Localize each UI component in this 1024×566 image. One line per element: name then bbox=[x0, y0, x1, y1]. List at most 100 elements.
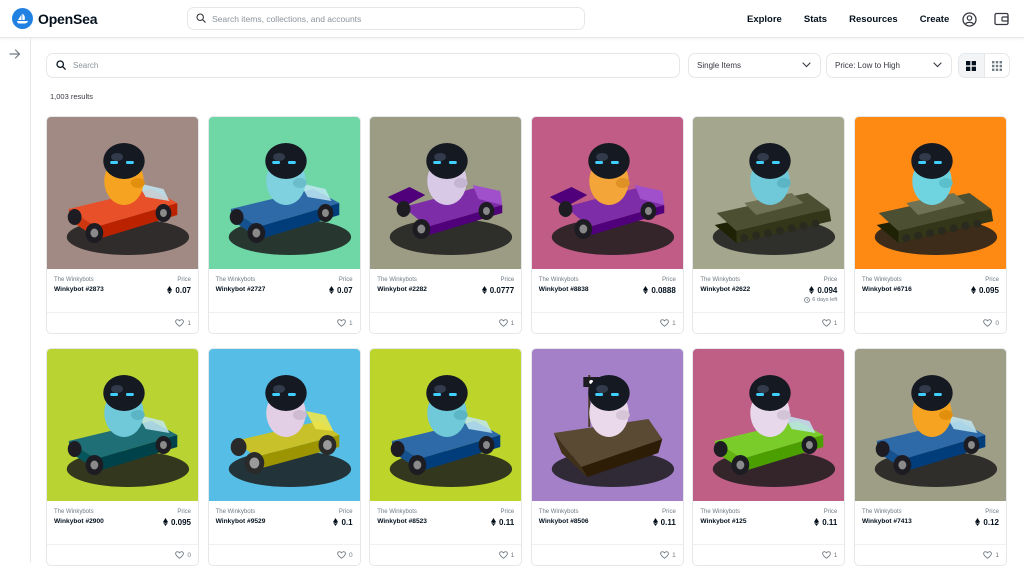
price-value: 0.095 bbox=[978, 285, 999, 295]
account-icon[interactable] bbox=[961, 11, 977, 27]
like-button[interactable]: 1 bbox=[821, 551, 838, 559]
collection-name[interactable]: The Winkybots bbox=[862, 509, 902, 515]
like-button[interactable]: 0 bbox=[175, 551, 191, 559]
like-button[interactable]: 1 bbox=[498, 319, 514, 327]
like-count: 0 bbox=[348, 551, 353, 559]
item-name[interactable]: Winkybot #125 bbox=[700, 518, 746, 525]
nft-image[interactable] bbox=[693, 349, 845, 501]
collection-name[interactable]: The Winkybots bbox=[700, 277, 740, 283]
eth-icon bbox=[975, 518, 981, 526]
nav-resources[interactable]: Resources bbox=[849, 14, 898, 25]
nft-card[interactable]: The Winkybots Winkybot #2900 Price 0.095… bbox=[46, 348, 199, 566]
nft-card[interactable]: The Winkybots Winkybot #7413 Price 0.12 … bbox=[853, 348, 1007, 566]
nft-image[interactable] bbox=[854, 349, 1006, 501]
item-name[interactable]: Winkybot #2900 bbox=[54, 518, 104, 525]
like-button[interactable]: 0 bbox=[983, 319, 999, 327]
item-price: 0.11 bbox=[814, 518, 837, 527]
heart-icon bbox=[498, 319, 508, 327]
like-count: 1 bbox=[833, 551, 838, 559]
like-button[interactable]: 1 bbox=[498, 551, 514, 559]
nft-image[interactable] bbox=[531, 349, 683, 501]
nft-image[interactable] bbox=[208, 117, 360, 269]
price-label: Price bbox=[823, 509, 838, 515]
collection-name[interactable]: The Winkybots bbox=[539, 277, 579, 283]
nft-card[interactable]: The Winkybots Winkybot #6716 Price 0.095… bbox=[853, 116, 1007, 334]
sort-select[interactable]: Price: Low to High bbox=[826, 53, 952, 78]
collection-name[interactable]: The Winkybots bbox=[539, 509, 579, 515]
item-name[interactable]: Winkybot #7413 bbox=[862, 518, 912, 525]
nft-card[interactable]: The Winkybots Winkybot #2622 Price 0.094… bbox=[692, 116, 846, 334]
grid-view-toggle bbox=[958, 53, 1010, 78]
nft-image[interactable] bbox=[854, 117, 1006, 269]
nft-card[interactable]: The Winkybots Winkybot #8838 Price 0.088… bbox=[530, 116, 684, 334]
nav-explore[interactable]: Explore bbox=[747, 14, 782, 25]
nft-image[interactable] bbox=[370, 349, 522, 501]
nft-image[interactable] bbox=[693, 117, 845, 269]
heart-icon bbox=[983, 551, 993, 559]
item-name[interactable]: Winkybot #9529 bbox=[216, 518, 266, 525]
price-label: Price bbox=[662, 277, 676, 283]
collection-name[interactable]: The Winkybots bbox=[700, 509, 740, 515]
like-button[interactable]: 1 bbox=[983, 551, 999, 559]
nft-card-info: The Winkybots Winkybot #125 Price 0.11 bbox=[693, 501, 845, 545]
collection-name[interactable]: The Winkybots bbox=[216, 277, 256, 283]
like-button[interactable]: 1 bbox=[660, 551, 676, 559]
price-label: Price bbox=[985, 509, 999, 515]
collection-name[interactable]: The Winkybots bbox=[54, 509, 94, 515]
expand-filters-arrow-icon[interactable] bbox=[8, 47, 22, 61]
chevron-down-icon bbox=[933, 61, 942, 70]
filter-rail bbox=[0, 38, 31, 562]
heart-icon bbox=[821, 551, 831, 559]
nft-card[interactable]: The Winkybots Winkybot #2727 Price 0.07 … bbox=[207, 116, 361, 334]
item-name[interactable]: Winkybot #2727 bbox=[216, 286, 266, 293]
collection-search[interactable] bbox=[46, 53, 680, 78]
price-label: Price bbox=[823, 277, 838, 283]
eth-icon bbox=[329, 286, 335, 294]
collection-search-input[interactable] bbox=[73, 61, 679, 70]
nft-image[interactable] bbox=[208, 349, 360, 501]
nft-card[interactable]: The Winkybots Winkybot #8523 Price 0.11 … bbox=[369, 348, 523, 566]
item-name[interactable]: Winkybot #2873 bbox=[54, 286, 104, 293]
like-count: 1 bbox=[995, 551, 999, 559]
item-name[interactable]: Winkybot #6716 bbox=[862, 286, 912, 293]
wallet-icon[interactable] bbox=[993, 11, 1009, 27]
like-count: 1 bbox=[187, 319, 191, 327]
opensea-logo[interactable]: OpenSea bbox=[12, 8, 97, 29]
nft-card[interactable]: The Winkybots Winkybot #9529 Price 0.1 0 bbox=[207, 348, 361, 566]
global-search-input[interactable] bbox=[212, 13, 584, 24]
global-search[interactable] bbox=[187, 7, 585, 30]
nft-card[interactable]: The Winkybots Winkybot #2873 Price 0.07 … bbox=[46, 116, 199, 334]
item-name[interactable]: Winkybot #8506 bbox=[539, 518, 589, 525]
nav-create[interactable]: Create bbox=[920, 14, 950, 25]
item-name[interactable]: Winkybot #2282 bbox=[377, 286, 427, 293]
large-grid-button[interactable] bbox=[959, 54, 985, 77]
nft-card-info: The Winkybots Winkybot #2282 Price 0.077… bbox=[370, 269, 522, 313]
nft-image[interactable] bbox=[47, 349, 198, 501]
nft-card[interactable]: The Winkybots Winkybot #2282 Price 0.077… bbox=[369, 116, 523, 334]
collection-name[interactable]: The Winkybots bbox=[862, 277, 902, 283]
like-button[interactable]: 0 bbox=[337, 551, 353, 559]
nft-card[interactable]: The Winkybots Winkybot #125 Price 0.11 1 bbox=[692, 348, 846, 566]
eth-icon bbox=[814, 518, 820, 526]
item-name[interactable]: Winkybot #8838 bbox=[539, 286, 589, 293]
collection-name[interactable]: The Winkybots bbox=[54, 277, 94, 283]
nav-stats[interactable]: Stats bbox=[804, 14, 827, 25]
nft-image[interactable] bbox=[370, 117, 522, 269]
collection-name[interactable]: The Winkybots bbox=[377, 277, 417, 283]
item-name[interactable]: Winkybot #8523 bbox=[377, 518, 427, 525]
like-button[interactable]: 1 bbox=[337, 319, 353, 327]
item-type-select[interactable]: Single Items bbox=[688, 53, 821, 78]
nft-card[interactable]: The Winkybots Winkybot #8506 Price 0.11 … bbox=[530, 348, 684, 566]
like-button[interactable]: 1 bbox=[660, 319, 676, 327]
nft-image[interactable] bbox=[531, 117, 683, 269]
like-button[interactable]: 1 bbox=[821, 319, 837, 327]
item-name[interactable]: Winkybot #2622 bbox=[700, 286, 750, 293]
time-left: 6 days left bbox=[804, 297, 837, 303]
collection-name[interactable]: The Winkybots bbox=[216, 509, 256, 515]
eth-icon bbox=[970, 286, 976, 294]
nft-image[interactable] bbox=[47, 117, 198, 269]
like-button[interactable]: 1 bbox=[175, 319, 191, 327]
compact-grid-button[interactable] bbox=[985, 54, 1010, 77]
eth-icon bbox=[652, 518, 658, 526]
collection-name[interactable]: The Winkybots bbox=[377, 509, 417, 515]
